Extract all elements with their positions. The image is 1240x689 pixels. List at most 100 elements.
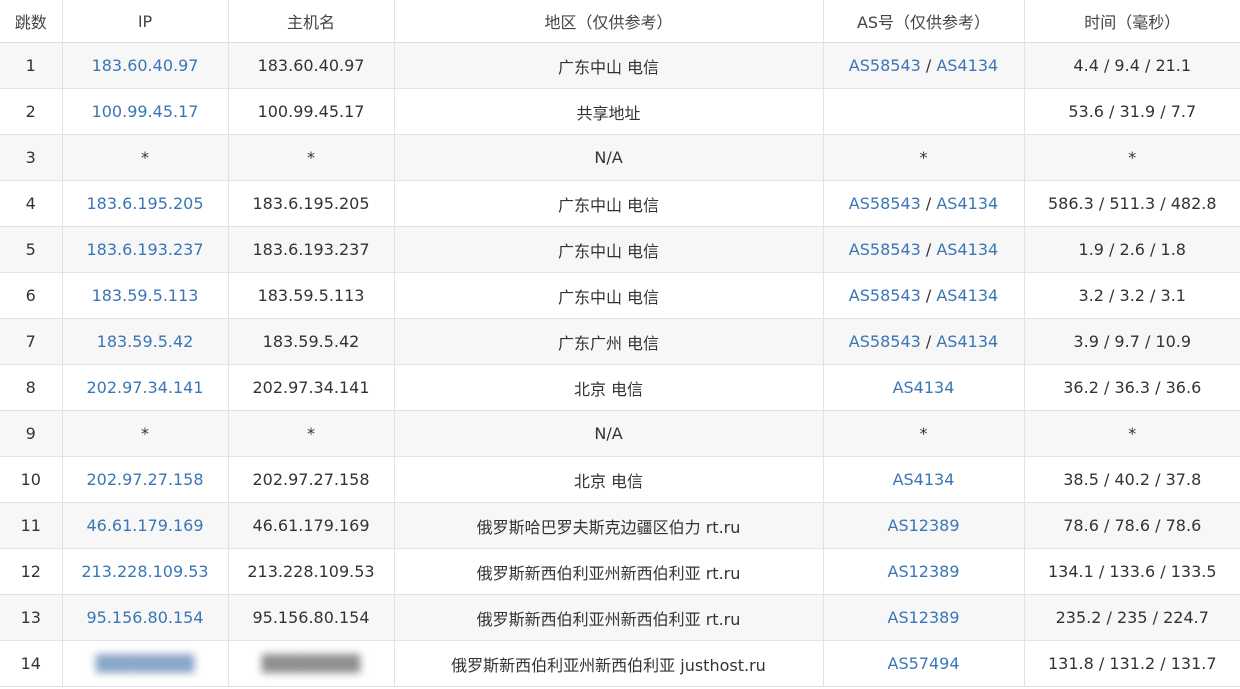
table-row: 2 100.99.45.17 100.99.45.17 共享地址 53.6 / 31.9… xyxy=(0,88,1240,135)
ip-link[interactable]: 183.59.5.42 xyxy=(97,332,194,351)
hop-cell: 11 xyxy=(0,502,63,549)
hostname-cell: 202.97.27.158 xyxy=(227,456,395,503)
as-link[interactable]: AS4134 xyxy=(893,470,955,489)
as-separator: / xyxy=(920,286,937,305)
hostname-cell: 183.59.5.42 xyxy=(227,318,395,365)
hostname-cell: 183.60.40.97 xyxy=(227,42,395,89)
table-row: 9 * * N/A * * xyxy=(0,410,1240,457)
time-cell: 134.1 / 133.6 / 133.5 xyxy=(1023,548,1240,595)
hop-cell: 3 xyxy=(0,134,63,181)
as-link[interactable]: AS57494 xyxy=(888,654,960,673)
as-separator: / xyxy=(920,194,937,213)
header-region: 地区（仅供参考） xyxy=(393,0,824,43)
hop-cell: 2 xyxy=(0,88,63,135)
time-cell: 1.9 / 2.6 / 1.8 xyxy=(1023,226,1240,273)
hostname-cell: 213.228.109.53 xyxy=(227,548,395,595)
ip-link[interactable]: 95.156.80.154 xyxy=(86,608,203,627)
table-row: 12 213.228.109.53 213.228.109.53 俄罗斯新西伯利亚州新… xyxy=(0,548,1240,595)
ip-link[interactable]: 100.99.45.17 xyxy=(92,102,199,121)
as-link[interactable]: AS4134 xyxy=(936,240,998,259)
ip-cell: 213.228.109.53 xyxy=(61,548,229,595)
table-row: 7 183.59.5.42 183.59.5.42 广东广州 电信 AS58543 / … xyxy=(0,318,1240,365)
ip-cell: 183.60.40.97 xyxy=(61,42,229,89)
redacted-hostname: ████████ xyxy=(261,654,361,673)
ip-cell: 183.59.5.42 xyxy=(61,318,229,365)
hop-cell: 4 xyxy=(0,180,63,227)
ip-cell: 202.97.27.158 xyxy=(61,456,229,503)
as-link[interactable]: AS58543 xyxy=(849,286,921,305)
ip-cell: 100.99.45.17 xyxy=(61,88,229,135)
ip-cell: 95.156.80.154 xyxy=(61,594,229,641)
ip-link[interactable]: 183.60.40.97 xyxy=(92,56,199,75)
redacted-ip: ████████ xyxy=(95,654,195,673)
as-link[interactable]: AS4134 xyxy=(936,332,998,351)
header-hop: 跳数 xyxy=(0,0,63,43)
region-cell: 广东中山 电信 xyxy=(393,180,824,227)
as-cell: AS58543 / AS4134 xyxy=(822,226,1025,273)
ip-link[interactable]: 46.61.179.169 xyxy=(86,516,203,535)
as-link[interactable]: AS58543 xyxy=(849,240,921,259)
ip-link[interactable]: 202.97.27.158 xyxy=(86,470,203,489)
ip-cell: ████████ xyxy=(61,640,229,687)
header-ip: IP xyxy=(61,0,229,43)
as-link[interactable]: AS58543 xyxy=(849,332,921,351)
header-time: 时间（毫秒） xyxy=(1023,0,1240,43)
as-cell: AS58543 / AS4134 xyxy=(822,272,1025,319)
region-cell: 俄罗斯新西伯利亚州新西伯利亚 rt.ru xyxy=(393,594,824,641)
as-link[interactable]: AS12389 xyxy=(888,562,960,581)
hop-cell: 5 xyxy=(0,226,63,273)
as-cell: * xyxy=(822,410,1025,457)
as-link[interactable]: AS58543 xyxy=(849,194,921,213)
region-cell: 北京 电信 xyxy=(393,364,824,411)
region-cell: 俄罗斯新西伯利亚州新西伯利亚 justhost.ru xyxy=(393,640,824,687)
as-cell: AS4134 xyxy=(822,364,1025,411)
header-hostname: 主机名 xyxy=(227,0,395,43)
ip-link[interactable]: 183.6.193.237 xyxy=(86,240,203,259)
table-row: 6 183.59.5.113 183.59.5.113 广东中山 电信 AS58543 … xyxy=(0,272,1240,319)
time-cell: 36.2 / 36.3 / 36.6 xyxy=(1023,364,1240,411)
as-link[interactable]: AS12389 xyxy=(888,608,960,627)
hostname-cell: 183.59.5.113 xyxy=(227,272,395,319)
time-cell: * xyxy=(1023,410,1240,457)
hostname-cell: * xyxy=(227,410,395,457)
as-link[interactable]: AS4134 xyxy=(936,194,998,213)
as-separator: / xyxy=(920,56,937,75)
header-as: AS号（仅供参考） xyxy=(822,0,1025,43)
as-link[interactable]: AS4134 xyxy=(936,56,998,75)
hop-cell: 14 xyxy=(0,640,63,687)
table-row: 11 46.61.179.169 46.61.179.169 俄罗斯哈巴罗夫斯克边疆区… xyxy=(0,502,1240,549)
hostname-cell: 202.97.34.141 xyxy=(227,364,395,411)
as-cell xyxy=(822,88,1025,135)
time-cell: 131.8 / 131.2 / 131.7 xyxy=(1023,640,1240,687)
as-cell: AS58543 / AS4134 xyxy=(822,42,1025,89)
ip-link[interactable]: 183.59.5.113 xyxy=(92,286,199,305)
ip-link[interactable]: 213.228.109.53 xyxy=(81,562,208,581)
table-row: 14 ████████ ████████ 俄罗斯新西伯利亚州新西伯利亚 justhos… xyxy=(0,640,1240,687)
time-cell: 235.2 / 235 / 224.7 xyxy=(1023,594,1240,641)
region-cell: 北京 电信 xyxy=(393,456,824,503)
ip-cell: 183.6.193.237 xyxy=(61,226,229,273)
ip-link[interactable]: 202.97.34.141 xyxy=(86,378,203,397)
header-row: 跳数 IP 主机名 地区（仅供参考） AS号（仅供参考） 时间（毫秒） xyxy=(0,0,1240,43)
region-cell: N/A xyxy=(393,134,824,181)
ip-cell: * xyxy=(61,134,229,181)
as-link[interactable]: AS4134 xyxy=(893,378,955,397)
table-row: 3 * * N/A * * xyxy=(0,134,1240,181)
hop-cell: 6 xyxy=(0,272,63,319)
table-body: 1 183.60.40.97 183.60.40.97 广东中山 电信 AS58543 … xyxy=(0,42,1240,687)
table-row: 10 202.97.27.158 202.97.27.158 北京 电信 AS4134 3… xyxy=(0,456,1240,503)
table-row: 13 95.156.80.154 95.156.80.154 俄罗斯新西伯利亚州新西伯… xyxy=(0,594,1240,641)
region-cell: 共享地址 xyxy=(393,88,824,135)
as-cell: AS57494 xyxy=(822,640,1025,687)
as-link[interactable]: AS12389 xyxy=(888,516,960,535)
as-link[interactable]: AS4134 xyxy=(936,286,998,305)
ip-link[interactable]: 183.6.195.205 xyxy=(86,194,203,213)
time-cell: 3.2 / 3.2 / 3.1 xyxy=(1023,272,1240,319)
time-cell: 586.3 / 511.3 / 482.8 xyxy=(1023,180,1240,227)
region-cell: 广东中山 电信 xyxy=(393,272,824,319)
hop-cell: 10 xyxy=(0,456,63,503)
time-cell: 38.5 / 40.2 / 37.8 xyxy=(1023,456,1240,503)
hop-cell: 8 xyxy=(0,364,63,411)
hostname-cell: 100.99.45.17 xyxy=(227,88,395,135)
as-link[interactable]: AS58543 xyxy=(849,56,921,75)
